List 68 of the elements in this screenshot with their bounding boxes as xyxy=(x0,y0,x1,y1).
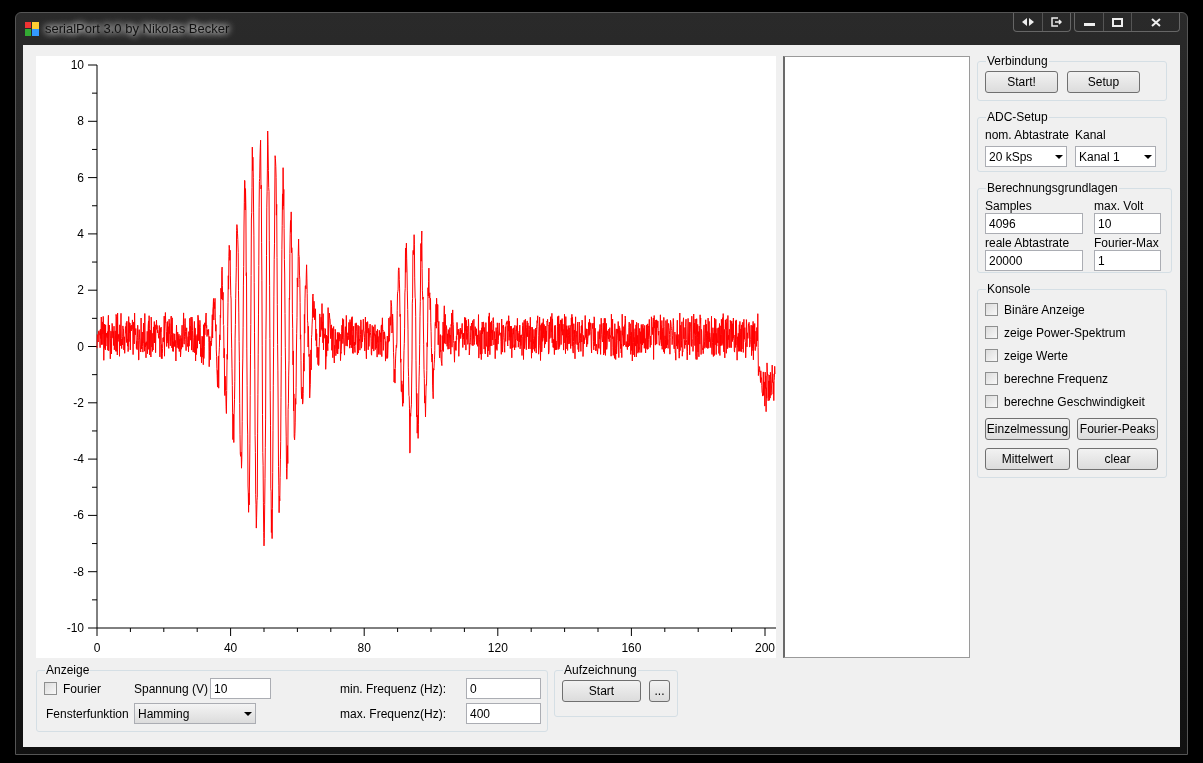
caret-icon xyxy=(1055,154,1063,159)
dropdown[interactable]: 20 kSps xyxy=(985,146,1067,167)
x-tick-label: 0 xyxy=(93,641,101,655)
x-tick-label: 80 xyxy=(357,641,371,655)
y-tick-label: 4 xyxy=(77,226,84,241)
push-button[interactable]: Mittelwert xyxy=(985,448,1070,470)
push-button[interactable]: Einzelmessung xyxy=(985,418,1070,440)
input-field[interactable]: 4096 xyxy=(985,213,1083,234)
checkbox[interactable] xyxy=(985,326,998,339)
caret-icon xyxy=(1144,154,1152,159)
checkbox-label: Fourier xyxy=(63,680,101,698)
window-title: serialPort 3.0 by Nikolas Becker xyxy=(45,20,230,39)
y-tick-label: -8 xyxy=(73,564,84,579)
field-label: Fourier-Max xyxy=(1094,235,1160,250)
x-tick-label: 120 xyxy=(487,641,508,655)
checkbox[interactable] xyxy=(985,303,998,316)
dropdown[interactable]: Kanal 1 xyxy=(1075,146,1156,167)
y-tick-label: -10 xyxy=(66,621,84,635)
field-label: Samples xyxy=(985,198,1033,213)
field-label: max. Volt xyxy=(1094,198,1145,213)
input-field[interactable]: 20000 xyxy=(985,250,1083,271)
y-tick-label: -2 xyxy=(73,395,84,410)
checkbox-label: berechne Geschwindigkeit xyxy=(1004,393,1145,411)
checkbox[interactable] xyxy=(985,372,998,385)
push-button[interactable]: Start! xyxy=(985,71,1058,93)
push-button[interactable]: Setup xyxy=(1067,71,1140,93)
field-label: Kanal xyxy=(1075,127,1107,144)
x-tick-label: 160 xyxy=(621,641,642,655)
group-title: Berechnungsgrundlagen xyxy=(986,180,1119,197)
checkbox-label: zeige Werte xyxy=(1004,347,1068,365)
y-tick-label: -4 xyxy=(73,452,84,467)
y-tick-label: 0 xyxy=(77,339,84,354)
checkbox-label: zeige Power-Spektrum xyxy=(1004,324,1126,342)
push-button[interactable]: Start xyxy=(562,680,641,702)
y-tick-label: -6 xyxy=(73,508,84,523)
group-title: Anzeige xyxy=(45,662,91,679)
field-label: min. Frequenz (Hz): xyxy=(340,680,448,698)
input-field[interactable]: 400 xyxy=(466,703,541,724)
input-field[interactable]: 10 xyxy=(210,678,271,699)
checkbox[interactable] xyxy=(985,395,998,408)
dropdown[interactable]: Hamming xyxy=(134,703,256,724)
push-button[interactable]: clear xyxy=(1077,448,1158,470)
input-field[interactable]: 0 xyxy=(466,678,541,699)
push-button[interactable]: Fourier-Peaks xyxy=(1077,418,1158,440)
y-tick-label: 10 xyxy=(70,58,84,72)
checkbox-label: berechne Frequenz xyxy=(1004,370,1109,388)
field-label: reale Abtastrate xyxy=(985,235,1071,250)
y-tick-label: 6 xyxy=(77,170,84,185)
y-tick-label: 2 xyxy=(77,283,84,298)
checkbox[interactable] xyxy=(985,349,998,362)
checkbox[interactable] xyxy=(44,682,57,695)
group-title: Konsole xyxy=(986,281,1032,298)
y-tick-label: 8 xyxy=(77,114,84,129)
group-title: Aufzeichnung xyxy=(563,662,638,679)
caret-icon xyxy=(244,711,252,716)
field-label: Spannung (V) xyxy=(134,680,210,698)
input-field[interactable]: 1 xyxy=(1094,250,1161,271)
x-tick-label: 200 xyxy=(755,641,775,655)
field-label: nom. Abtastrate xyxy=(985,127,1071,144)
group-title: Verbindung xyxy=(986,53,1049,70)
field-label: Fensterfunktion xyxy=(45,705,130,723)
field-label: max. Frequenz(Hz): xyxy=(340,705,448,723)
x-tick-label: 40 xyxy=(223,641,238,655)
app-icon xyxy=(25,22,39,36)
input-field[interactable]: 10 xyxy=(1094,213,1161,234)
push-button[interactable]: ... xyxy=(649,680,670,702)
group-title: ADC-Setup xyxy=(986,109,1049,126)
checkbox-label: Binäre Anzeige xyxy=(1004,301,1085,319)
